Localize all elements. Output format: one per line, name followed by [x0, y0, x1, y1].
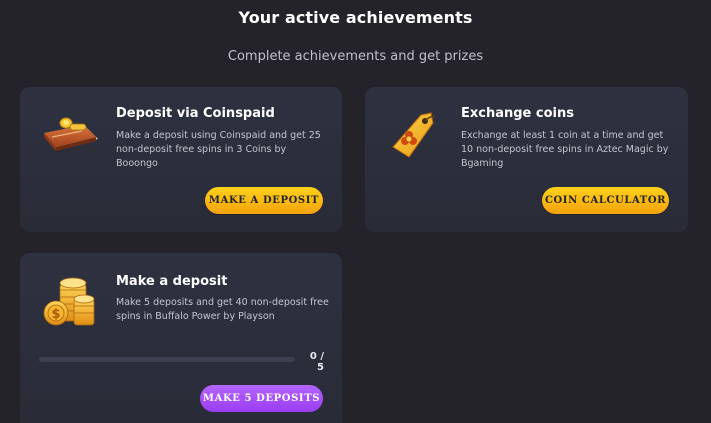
- achievement-description: Exchange at least 1 coin at a time and g…: [461, 130, 669, 169]
- make-a-deposit-button[interactable]: MAKE A DEPOSIT: [205, 187, 323, 214]
- achievement-card-deposit-coinspaid: Deposit via Coinspaid Make a deposit usi…: [20, 87, 342, 232]
- achievement-card-exchange-coins: Exchange coins Exchange at least 1 coin …: [365, 87, 688, 232]
- achievement-card-make-deposits: $ Make a deposit Make 5 deposits and get…: [20, 253, 342, 423]
- page-title: Your active achievements: [238, 8, 473, 27]
- coin-calculator-button[interactable]: COIN CALCULATOR: [542, 187, 669, 214]
- wallet-with-coin-icon: [42, 115, 100, 155]
- make-5-deposits-button[interactable]: MAKE 5 DEPOSITS: [200, 385, 323, 412]
- achievement-title: Deposit via Coinspaid: [116, 106, 275, 121]
- achievement-title: Exchange coins: [461, 106, 574, 121]
- achievement-description: Make 5 deposits and get 40 non-deposit f…: [116, 297, 329, 322]
- page-subtitle: Complete achievements and get prizes: [227, 49, 484, 64]
- coin-stacks-icon: $: [42, 273, 96, 329]
- achievement-title: Make a deposit: [116, 274, 228, 289]
- deposit-progress-bar: [39, 357, 295, 362]
- svg-text:$: $: [51, 307, 60, 322]
- progress-label: 0 / 5: [309, 351, 324, 373]
- price-tag-icon: [387, 111, 437, 163]
- achievement-description: Make a deposit using Coinspaid and get 2…: [116, 130, 321, 169]
